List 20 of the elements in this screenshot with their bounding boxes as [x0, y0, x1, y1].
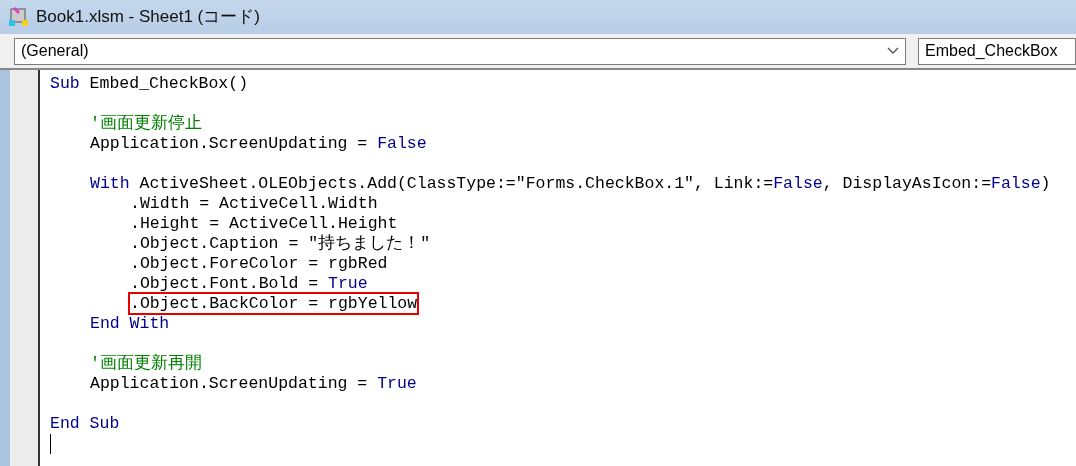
- code-line: Sub Embed_CheckBox(): [50, 74, 249, 93]
- code-line: .Height = ActiveCell.Height: [130, 214, 398, 233]
- code-line: End Sub: [50, 414, 120, 433]
- code-line: '画面更新再開: [90, 354, 202, 373]
- object-dropdown[interactable]: (General): [14, 37, 906, 65]
- code-module-icon: [8, 6, 30, 28]
- code-line: End With: [90, 314, 170, 333]
- code-line: .Object.Caption = "持ちました！": [130, 234, 431, 253]
- chevron-down-icon: [887, 47, 899, 55]
- window-title: Book1.xlsm - Sheet1 (コード): [36, 6, 260, 29]
- code-line: .Object.ForeColor = rgbRed: [130, 254, 388, 273]
- code-line: Application.ScreenUpdating = False: [90, 134, 427, 153]
- code-line: .Object.BackColor = rgbYellow: [130, 294, 418, 313]
- code-line: '画面更新停止: [90, 114, 202, 133]
- procedure-dropdown[interactable]: Embed_CheckBox: [918, 37, 1076, 65]
- code-line: With ActiveSheet.OLEObjects.Add(ClassType:="Forms.CheckBox.1", Link:=False, DisplayAsIcon:=False): [90, 174, 1051, 193]
- code-line: .Width = ActiveCell.Width: [130, 194, 378, 213]
- code-line: .Object.Font.Bold = True: [130, 274, 368, 293]
- text-cursor: [50, 434, 51, 454]
- code-line: Application.ScreenUpdating = True: [90, 374, 417, 393]
